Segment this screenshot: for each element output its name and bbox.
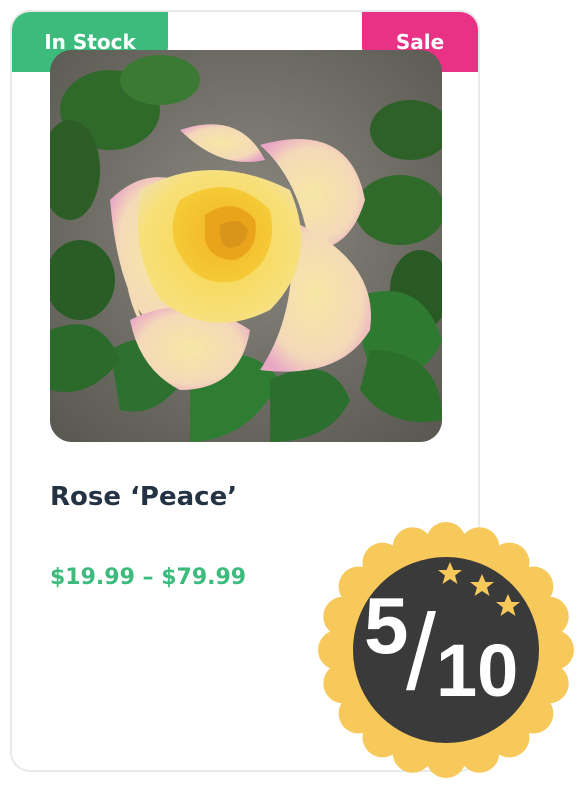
rating-badge: 5 / 10 [318, 522, 574, 778]
rose-image [50, 50, 442, 442]
rating-score: 5 [364, 581, 409, 670]
rating-separator: / [406, 591, 437, 712]
product-title[interactable]: Rose ‘Peace’ [50, 482, 237, 512]
product-image[interactable] [50, 50, 442, 442]
rating-max: 10 [436, 629, 519, 712]
product-price: $19.99 – $79.99 [50, 565, 247, 590]
